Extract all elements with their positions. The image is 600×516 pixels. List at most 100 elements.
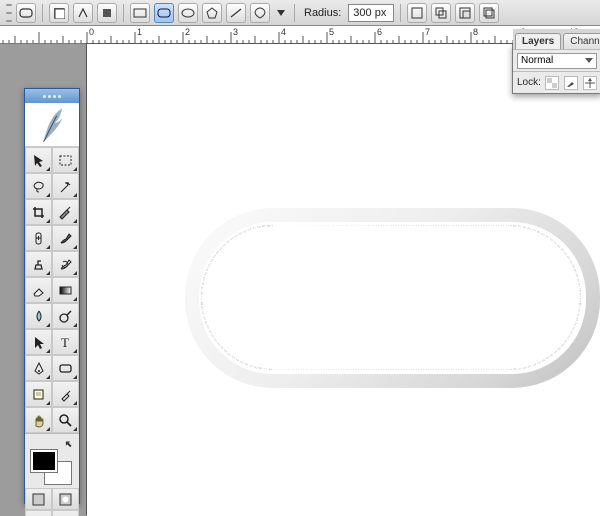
standard-mode-button[interactable]	[25, 488, 52, 510]
lock-image-button[interactable]	[564, 76, 578, 90]
dodge-tool-icon	[58, 309, 73, 324]
layers-panel[interactable]: Layers Chann Normal Lock:	[512, 44, 600, 94]
line-icon	[229, 7, 243, 19]
chevron-down-icon	[585, 58, 593, 63]
lock-label: Lock:	[517, 77, 541, 88]
document-canvas[interactable]	[87, 44, 600, 516]
lasso-tool[interactable]	[25, 173, 52, 199]
history-brush-tool[interactable]	[52, 251, 79, 277]
screen-full-menus-button[interactable]	[52, 510, 79, 516]
pen-tool-icon	[31, 361, 46, 376]
line-shape-button[interactable]	[226, 3, 246, 23]
ellipse-icon	[181, 7, 195, 19]
flyout-indicator-icon	[73, 219, 77, 223]
zoom-tool[interactable]	[52, 407, 79, 433]
app-logo[interactable]	[25, 103, 79, 147]
combine-subtract-button[interactable]	[455, 3, 475, 23]
lasso-tool-icon	[31, 179, 46, 194]
standard-mode-icon	[31, 492, 46, 507]
flyout-indicator-icon	[46, 245, 50, 249]
blur-tool[interactable]	[25, 303, 52, 329]
ellipse-shape-button[interactable]	[178, 3, 198, 23]
type-tool[interactable]: T	[52, 329, 79, 355]
blend-mode-select[interactable]: Normal	[517, 53, 597, 69]
flyout-indicator-icon	[73, 375, 77, 379]
quick-mask-mode-button[interactable]	[52, 488, 79, 510]
combine-add-button[interactable]	[431, 3, 451, 23]
lock-transparency-button[interactable]	[545, 76, 559, 90]
shape-tool-icon	[58, 361, 73, 376]
crop-tool[interactable]	[25, 199, 52, 225]
eyedropper-tool[interactable]	[52, 381, 79, 407]
flyout-indicator-icon	[46, 219, 50, 223]
feather-icon	[38, 106, 66, 144]
path-selection-tool[interactable]	[25, 329, 52, 355]
healing-brush-tool-icon	[31, 231, 46, 246]
separator	[42, 4, 43, 22]
brush-icon	[566, 78, 576, 88]
rectangle-shape-button[interactable]	[130, 3, 150, 23]
flyout-indicator-icon	[73, 167, 77, 171]
brush-tool[interactable]	[52, 225, 79, 251]
svg-text:2: 2	[185, 27, 190, 37]
shape-tool[interactable]	[52, 355, 79, 381]
combine-intersect-icon	[483, 7, 495, 19]
pen-tool[interactable]	[25, 355, 52, 381]
options-bar: Radius: 300 px	[0, 0, 600, 26]
shape-dropdown-toggle[interactable]	[274, 3, 288, 23]
zoom-tool-icon	[58, 413, 73, 428]
panel-tabs: Layers Chann	[513, 29, 600, 49]
hand-tool[interactable]	[25, 407, 52, 433]
eyedropper-tool-icon	[58, 387, 73, 402]
tab-layers[interactable]: Layers	[515, 33, 561, 49]
marquee-tool[interactable]	[52, 147, 79, 173]
healing-brush-tool[interactable]	[25, 225, 52, 251]
clone-stamp-tool[interactable]	[25, 251, 52, 277]
toolbox-titlebar[interactable]	[25, 89, 79, 103]
lock-position-button[interactable]	[583, 76, 597, 90]
combine-new-button[interactable]	[407, 3, 427, 23]
shape-layer-mode-button[interactable]	[49, 3, 69, 23]
dodge-tool[interactable]	[52, 303, 79, 329]
horizontal-ruler[interactable]: 01234567891011	[0, 26, 600, 44]
custom-shape-button[interactable]	[250, 3, 270, 23]
blend-mode-row: Normal	[513, 49, 600, 71]
magic-wand-tool[interactable]	[52, 173, 79, 199]
rounded-rectangle-shape-button[interactable]	[154, 3, 174, 23]
toolbox-panel[interactable]: T	[24, 88, 80, 504]
swap-colors-icon[interactable]	[63, 440, 73, 450]
flyout-indicator-icon	[46, 193, 50, 197]
flyout-indicator-icon	[73, 245, 77, 249]
rounded-rect-icon	[19, 6, 33, 20]
rounded-rectangle-icon	[157, 7, 171, 19]
gradient-tool[interactable]	[52, 277, 79, 303]
move-tool[interactable]	[25, 147, 52, 173]
combine-intersect-button[interactable]	[479, 3, 499, 23]
tab-channels[interactable]: Chann	[563, 33, 600, 49]
ruler-ticks: 01234567891011	[0, 26, 600, 44]
mode-buttons	[25, 488, 79, 516]
polygon-shape-button[interactable]	[202, 3, 222, 23]
slice-tool[interactable]	[52, 199, 79, 225]
notes-tool[interactable]	[25, 381, 52, 407]
eraser-tool[interactable]	[25, 277, 52, 303]
svg-text:7: 7	[425, 27, 430, 37]
type-tool-icon: T	[58, 335, 73, 350]
current-tool-display[interactable]	[16, 3, 36, 23]
blend-mode-value: Normal	[521, 55, 553, 66]
fill-pixels-mode-button[interactable]	[97, 3, 117, 23]
flyout-indicator-icon	[46, 349, 50, 353]
paths-mode-button[interactable]	[73, 3, 93, 23]
path-selection-tool-icon	[31, 335, 46, 350]
foreground-color-swatch[interactable]	[31, 450, 57, 472]
pen-path-icon	[77, 7, 89, 19]
slice-tool-icon	[58, 205, 73, 220]
radius-input[interactable]: 300 px	[348, 4, 394, 22]
lock-row: Lock:	[513, 71, 600, 93]
separator	[294, 4, 295, 22]
screen-standard-button[interactable]	[25, 510, 52, 516]
flyout-indicator-icon	[46, 167, 50, 171]
rectangle-icon	[133, 7, 147, 19]
flyout-indicator-icon	[73, 193, 77, 197]
grip-icon[interactable]	[6, 4, 12, 22]
